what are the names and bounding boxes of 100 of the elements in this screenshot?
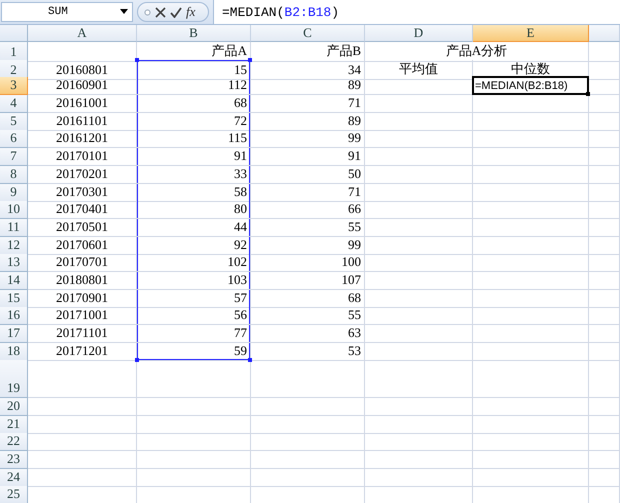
table-cell: 20170601 [28, 236, 137, 255]
row-header[interactable]: 24 [0, 468, 28, 487]
table-cell: 58 [137, 184, 251, 202]
row-header[interactable]: 5 [0, 112, 28, 131]
caret-icon[interactable] [120, 9, 128, 14]
table-cell: 53 [251, 342, 365, 361]
row-header[interactable]: 3 [0, 77, 28, 96]
table-cell: 20171101 [28, 325, 137, 343]
table-cell: 20161001 [28, 95, 137, 114]
range-handle[interactable] [248, 358, 252, 362]
table-cell [589, 433, 620, 452]
row-header[interactable]: 18 [0, 342, 28, 361]
row-header[interactable]: 8 [0, 166, 28, 184]
table-cell: 20170301 [28, 184, 137, 202]
row-header[interactable]: 20 [0, 398, 28, 416]
table-cell: 20170101 [28, 148, 137, 166]
column-header[interactable]: E [473, 25, 589, 42]
row-header[interactable]: 10 [0, 201, 28, 220]
table-cell [589, 450, 620, 469]
name-box[interactable]: SUM [1, 2, 133, 22]
row-header[interactable]: 6 [0, 130, 28, 148]
insert-function-button[interactable]: fx [186, 4, 196, 20]
table-cell [589, 130, 620, 148]
table-cell: 92 [137, 236, 251, 255]
row-header[interactable]: 22 [0, 433, 28, 452]
table-cell: 15 [137, 60, 251, 80]
range-handle[interactable] [135, 58, 139, 62]
table-cell [589, 342, 620, 361]
row-header[interactable]: 25 [0, 486, 28, 503]
table-cell: 99 [251, 130, 365, 148]
table-cell: 107 [251, 272, 365, 290]
row-header[interactable]: 21 [0, 416, 28, 434]
column-header[interactable]: D [365, 25, 473, 42]
range-handle[interactable] [248, 58, 252, 62]
table-cell: 89 [251, 77, 365, 96]
row-header[interactable]: 13 [0, 254, 28, 272]
row-header[interactable]: 15 [0, 290, 28, 308]
row-header[interactable]: 1 [0, 42, 28, 62]
row-header[interactable]: 11 [0, 218, 28, 237]
row-header[interactable]: 19 [0, 360, 28, 398]
table-cell [589, 112, 620, 131]
table-cell: 20171001 [28, 307, 137, 326]
table-cell: 50 [251, 166, 365, 184]
table-cell: 56 [137, 307, 251, 326]
table-cell: 89 [251, 112, 365, 131]
formula-field[interactable]: =MEDIAN(B2:B18) [213, 0, 620, 24]
table-cell: 20170201 [28, 166, 137, 184]
table-cell [589, 360, 620, 398]
table-cell: 80 [137, 201, 251, 220]
table-cell [589, 77, 620, 96]
table-cell: 20170401 [28, 201, 137, 220]
table-cell [589, 236, 620, 255]
table-cell: 63 [251, 325, 365, 343]
range-handle[interactable] [135, 358, 139, 362]
table-cell [589, 272, 620, 290]
table-cell [589, 95, 620, 114]
row-header[interactable]: 16 [0, 307, 28, 326]
table-cell: 103 [137, 272, 251, 290]
table-cell: 66 [251, 201, 365, 220]
table-cell: 产品B [251, 42, 365, 62]
row-header[interactable]: 17 [0, 325, 28, 343]
table-cell: 57 [137, 290, 251, 308]
check-icon[interactable] [170, 6, 182, 18]
fill-handle[interactable] [586, 92, 590, 96]
table-cell: 20170901 [28, 290, 137, 308]
table-cell [589, 60, 620, 80]
table-cell: 20170701 [28, 254, 137, 272]
table-cell [589, 254, 620, 272]
row-header[interactable]: 7 [0, 148, 28, 166]
table-cell: 68 [137, 95, 251, 114]
table-cell [589, 468, 620, 487]
table-cell: 71 [251, 95, 365, 114]
table-cell [589, 42, 620, 62]
table-cell: 72 [137, 112, 251, 131]
table-cell [589, 148, 620, 166]
row-header[interactable]: 23 [0, 450, 28, 469]
row-header[interactable]: 12 [0, 236, 28, 255]
table-cell [589, 218, 620, 237]
table-cell: 71 [251, 184, 365, 202]
circle-icon [144, 8, 151, 16]
table-cell [589, 166, 620, 184]
table-cell: 112 [137, 77, 251, 96]
table-cell: 20161201 [28, 130, 137, 148]
cell-editor[interactable]: =MEDIAN(B2:B18) [472, 76, 589, 96]
table-cell: 20170501 [28, 218, 137, 237]
table-cell: 20160901 [28, 77, 137, 96]
table-cell: 平均值 [365, 60, 473, 80]
table-cell: 59 [137, 342, 251, 361]
table-cell: 77 [137, 325, 251, 343]
row-header[interactable]: 9 [0, 184, 28, 202]
table-cell: 44 [137, 218, 251, 237]
column-header[interactable]: A [28, 25, 137, 42]
table-cell: 100 [251, 254, 365, 272]
row-header[interactable]: 14 [0, 272, 28, 290]
row-header[interactable]: 4 [0, 95, 28, 114]
column-header[interactable]: C [251, 25, 365, 42]
cancel-icon[interactable] [155, 6, 166, 18]
table-cell: 55 [251, 307, 365, 326]
table-cell: 产品A分析 [365, 42, 589, 62]
column-header[interactable]: B [137, 25, 251, 42]
